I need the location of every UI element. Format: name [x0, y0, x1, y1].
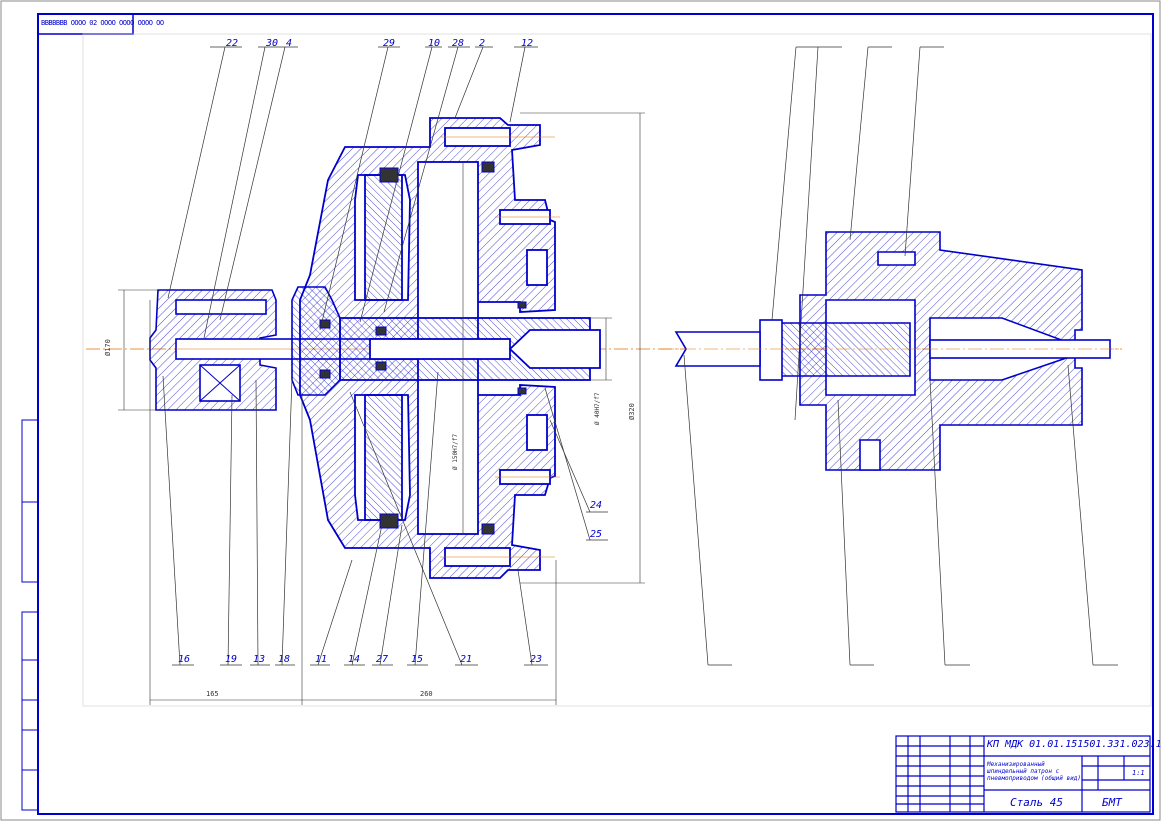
- material: Сталь 45: [1010, 796, 1063, 809]
- drawing-name: Механизированный шпиндельный патрон с пн…: [987, 761, 1081, 782]
- organization: БМТ: [1102, 796, 1122, 809]
- drawing-code: КП МДК 01.01.151501.331.023.100.000 ВО: [987, 739, 1161, 750]
- title-block: [895, 735, 1151, 813]
- scale: 1:1: [1132, 769, 1145, 777]
